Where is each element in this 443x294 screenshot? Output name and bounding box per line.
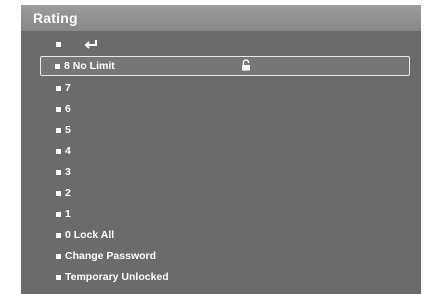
- menu-item-8-no-limit[interactable]: 8 No Limit: [40, 56, 410, 76]
- menu-item-label: 7: [65, 82, 71, 94]
- menu-item-label: Change Password: [65, 250, 157, 262]
- rating-menu-screen: Rating 8 No Limit 7 6 5 4 3 2 1 0 Lock A…: [21, 5, 421, 294]
- bullet-icon: [56, 106, 61, 112]
- menu-item-2[interactable]: 2: [40, 184, 410, 202]
- bullet-icon: [56, 232, 61, 238]
- menu-item-label: 3: [65, 166, 71, 178]
- menu-item-7[interactable]: 7: [40, 79, 410, 97]
- menu-item-return[interactable]: [40, 35, 410, 53]
- menu-item-change-password[interactable]: Change Password: [40, 247, 410, 265]
- bullet-icon: [56, 41, 61, 47]
- menu-item-label: 6: [65, 103, 71, 115]
- bullet-icon: [56, 148, 61, 154]
- menu-item-6[interactable]: 6: [40, 100, 410, 118]
- bullet-icon: [56, 211, 61, 217]
- menu-item-0-lock-all[interactable]: 0 Lock All: [40, 226, 410, 244]
- menu-item-label: Temporary Unlocked: [65, 271, 169, 283]
- menu-item-label: 1: [65, 208, 71, 220]
- menu-title: Rating: [21, 5, 421, 31]
- menu-item-label: 5: [65, 124, 71, 136]
- rating-menu-list: 8 No Limit 7 6 5 4 3 2 1 0 Lock All Chan…: [40, 35, 410, 289]
- menu-item-3[interactable]: 3: [40, 163, 410, 181]
- menu-item-4[interactable]: 4: [40, 142, 410, 160]
- lock-icon: [242, 59, 250, 71]
- menu-item-label: 4: [65, 145, 71, 157]
- menu-item-label: 8 No Limit: [64, 60, 115, 72]
- bullet-icon: [55, 63, 60, 69]
- return-icon: [84, 40, 97, 49]
- menu-item-label: 2: [65, 187, 71, 199]
- bullet-icon: [56, 85, 61, 91]
- bullet-icon: [56, 169, 61, 175]
- menu-item-5[interactable]: 5: [40, 121, 410, 139]
- menu-item-label: 0 Lock All: [65, 229, 115, 241]
- menu-item-1[interactable]: 1: [40, 205, 410, 223]
- bullet-icon: [56, 127, 61, 133]
- bullet-icon: [56, 190, 61, 196]
- menu-item-temporary-unlocked[interactable]: Temporary Unlocked: [40, 268, 410, 286]
- bullet-icon: [56, 253, 61, 259]
- bullet-icon: [56, 274, 61, 280]
